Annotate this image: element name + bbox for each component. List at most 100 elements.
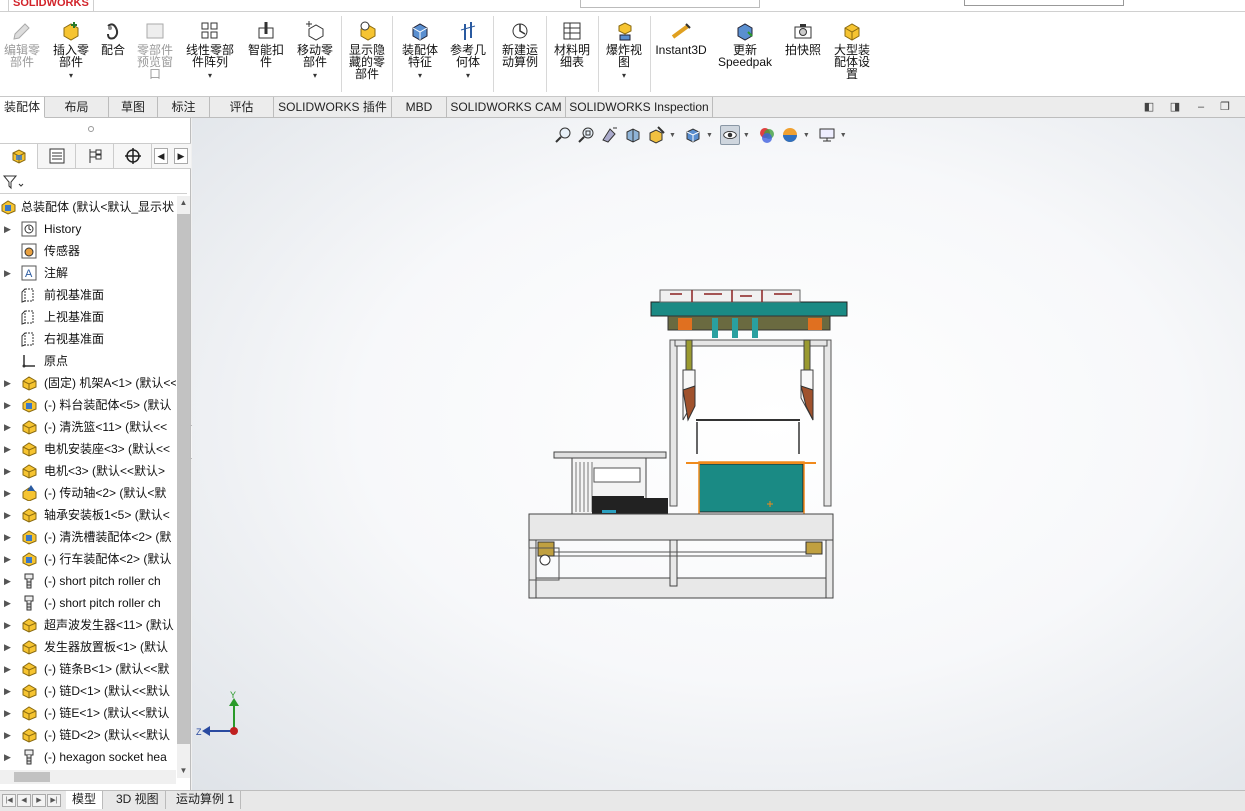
expand-arrow-icon[interactable]: ▶ bbox=[4, 416, 11, 438]
tree-item-label: (-) 链E<1> (默认<<默认 bbox=[44, 706, 170, 720]
tree-item[interactable]: 前视基准面 bbox=[0, 284, 176, 306]
tree-root-assembly[interactable]: 总装配体 (默认<默认_显示状 bbox=[0, 196, 176, 218]
expand-arrow-icon[interactable]: ▶ bbox=[4, 218, 11, 240]
previous-tab-button[interactable]: ◀ bbox=[17, 794, 31, 807]
chevron-down-icon[interactable]: ▾ bbox=[208, 70, 212, 82]
tree-item[interactable]: 右视基准面 bbox=[0, 328, 176, 350]
tab-property-manager[interactable] bbox=[38, 144, 76, 169]
triad-z-label: Z bbox=[196, 727, 202, 737]
tree-item[interactable]: ▶ (-) 料台装配体<5> (默认 bbox=[0, 394, 176, 416]
ref-geometry-label-line: 何体 bbox=[455, 55, 480, 69]
part-preview-label-line: 口 bbox=[148, 67, 161, 81]
expand-arrow-icon[interactable]: ▶ bbox=[4, 658, 11, 680]
tab-7[interactable]: SOLIDWORKS CAM bbox=[447, 97, 566, 118]
expand-arrow-icon[interactable]: ▶ bbox=[4, 526, 11, 548]
tab-2[interactable]: 草图 bbox=[109, 97, 158, 118]
tree-item[interactable]: ▶ (-) 清洗篮<11> (默认<< bbox=[0, 416, 176, 438]
expand-arrow-icon[interactable]: ▶ bbox=[4, 482, 11, 504]
chevron-down-icon[interactable]: ▾ bbox=[69, 70, 73, 82]
tab-feature-manager[interactable] bbox=[0, 144, 38, 169]
tree-item[interactable]: ▶ (-) 行车装配体<2> (默认 bbox=[0, 548, 176, 570]
tree-item[interactable]: ▶ 超声波发生器<11> (默认 bbox=[0, 614, 176, 636]
large-assembly-button[interactable]: 大型装 配体设置 bbox=[817, 20, 887, 80]
chevron-down-icon[interactable]: ▾ bbox=[418, 70, 422, 82]
tree-item[interactable]: ▶ (-) 链D<1> (默认<<默认 bbox=[0, 680, 176, 702]
tab-1[interactable]: 布局 bbox=[45, 97, 109, 118]
plane-icon bbox=[21, 332, 34, 347]
tree-vertical-scroll-thumb[interactable] bbox=[177, 214, 190, 744]
expand-arrow-icon[interactable]: ▶ bbox=[4, 438, 11, 460]
tree-item[interactable]: ▶ (-) 链条B<1> (默认<<默 bbox=[0, 658, 176, 680]
quick-access-box[interactable] bbox=[580, 0, 760, 8]
tree-item[interactable]: 上视基准面 bbox=[0, 306, 176, 328]
tree-item[interactable]: ▶ 轴承安装板1<5> (默认< bbox=[0, 504, 176, 526]
sensor-icon bbox=[21, 243, 37, 259]
expand-arrow-icon[interactable]: ▶ bbox=[4, 548, 11, 570]
bottom-tab-2[interactable]: 运动算例 1 bbox=[170, 791, 242, 809]
tree-item[interactable]: ▶ History bbox=[0, 218, 176, 240]
tree-item[interactable]: ▶ 电机安装座<3> (默认<< bbox=[0, 438, 176, 460]
tab-configuration-manager[interactable] bbox=[76, 144, 114, 169]
tree-item[interactable]: ▶ (-) 清洗槽装配体<2> (默 bbox=[0, 526, 176, 548]
tab-5[interactable]: SOLIDWORKS 插件 bbox=[274, 97, 392, 118]
search-field[interactable] bbox=[964, 0, 1124, 6]
tree-item[interactable]: ▶ 电机<3> (默认<<默认> bbox=[0, 460, 176, 482]
tree-item[interactable]: ▶ 发生器放置板<1> (默认 bbox=[0, 636, 176, 658]
expand-arrow-icon[interactable]: ▶ bbox=[4, 680, 11, 702]
tab-8[interactable]: SOLIDWORKS Inspection bbox=[566, 97, 713, 118]
scroll-down-icon[interactable]: ▼ bbox=[177, 764, 190, 778]
tab-dimxpert-manager[interactable] bbox=[114, 144, 152, 169]
tree-item[interactable]: 原点 bbox=[0, 350, 176, 372]
tree-item[interactable]: ▶ (-) hexagon socket hea bbox=[0, 746, 176, 768]
graphics-area[interactable]: ▼ ▼ ▼ ▼ ▼ Y Z bbox=[192, 118, 1245, 790]
tab-4[interactable]: 评估 bbox=[210, 97, 274, 118]
part-icon bbox=[22, 640, 37, 655]
expand-arrow-icon[interactable]: ▶ bbox=[4, 262, 11, 284]
tree-item[interactable]: ▶ (-) 传动轴<2> (默认<默 bbox=[0, 482, 176, 504]
tab-0[interactable]: 装配体 bbox=[0, 97, 45, 118]
bottom-tab-1[interactable]: 3D 视图 bbox=[110, 791, 166, 809]
expand-arrow-icon[interactable]: ▶ bbox=[4, 460, 11, 482]
toolbox-icon bbox=[24, 749, 34, 765]
tree-item[interactable]: ▶ (-) 链D<2> (默认<<默认 bbox=[0, 724, 176, 746]
expand-arrow-icon[interactable]: ▶ bbox=[4, 636, 11, 658]
scroll-up-icon[interactable]: ▲ bbox=[177, 196, 190, 210]
tree-filter[interactable] bbox=[0, 170, 187, 194]
panel-splitter-handle[interactable] bbox=[88, 126, 94, 132]
chevron-down-icon[interactable]: ▾ bbox=[622, 70, 626, 82]
expand-arrow-icon[interactable]: ▶ bbox=[4, 372, 11, 394]
last-tab-button[interactable]: ▶| bbox=[47, 794, 61, 807]
first-tab-button[interactable]: |◀ bbox=[2, 794, 16, 807]
tab-6[interactable]: MBD bbox=[392, 97, 447, 118]
tabs-scroll-left-button[interactable]: ◀ bbox=[154, 148, 168, 164]
tile-left-icon[interactable]: ◧ bbox=[1142, 101, 1156, 115]
expand-arrow-icon[interactable]: ▶ bbox=[4, 702, 11, 724]
tree-item[interactable]: 传感器 bbox=[0, 240, 176, 262]
tree-item[interactable]: ▶ (-) 链E<1> (默认<<默认 bbox=[0, 702, 176, 724]
expand-arrow-icon[interactable]: ▶ bbox=[4, 614, 11, 636]
expand-arrow-icon[interactable]: ▶ bbox=[4, 504, 11, 526]
expand-arrow-icon[interactable]: ▶ bbox=[4, 592, 11, 614]
chevron-down-icon[interactable]: ▾ bbox=[466, 70, 470, 82]
bottom-tab-0[interactable]: 模型 bbox=[66, 791, 104, 809]
tree-item[interactable]: ▶ (-) short pitch roller ch bbox=[0, 592, 176, 614]
tree-item[interactable]: ▶ (固定) 机架A<1> (默认<< bbox=[0, 372, 176, 394]
tile-right-icon[interactable]: ◨ bbox=[1168, 101, 1182, 115]
part-preview-icon bbox=[146, 23, 164, 39]
expand-arrow-icon[interactable]: ▶ bbox=[4, 746, 11, 768]
minimize-doc-icon[interactable]: – bbox=[1194, 101, 1208, 115]
tab-3[interactable]: 标注 bbox=[158, 97, 210, 118]
tree-item[interactable]: ▶ A 注解 bbox=[0, 262, 176, 284]
instant3d-button[interactable]: Instant3D bbox=[646, 20, 716, 56]
next-tab-button[interactable]: ▶ bbox=[32, 794, 46, 807]
tree-horizontal-scroll-thumb[interactable] bbox=[14, 772, 50, 782]
toolbar-separator bbox=[546, 16, 547, 92]
expand-arrow-icon[interactable]: ▶ bbox=[4, 394, 11, 416]
tree-item[interactable]: ▶ (-) short pitch roller ch bbox=[0, 570, 176, 592]
expand-arrow-icon[interactable]: ▶ bbox=[4, 570, 11, 592]
expand-arrow-icon[interactable]: ▶ bbox=[4, 724, 11, 746]
chevron-down-icon[interactable]: ▾ bbox=[313, 70, 317, 82]
tabs-scroll-right-button[interactable]: ▶ bbox=[174, 148, 188, 164]
subassembly-icon bbox=[22, 398, 37, 413]
restore-doc-icon[interactable]: ❐ bbox=[1218, 101, 1232, 115]
